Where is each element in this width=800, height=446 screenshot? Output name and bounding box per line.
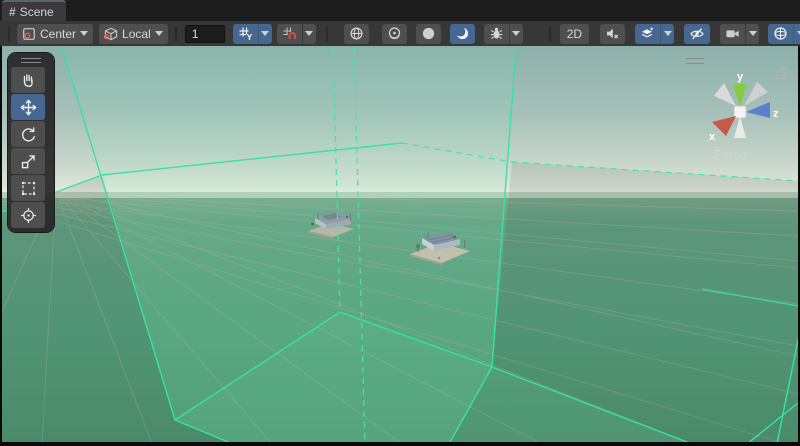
orientation-mode-button[interactable]: Local xyxy=(99,24,168,44)
scene-canvas[interactable] xyxy=(2,46,798,442)
axis-y-label: y xyxy=(737,71,744,83)
visibility-toggle-button[interactable] xyxy=(684,24,710,44)
rotate-icon xyxy=(20,126,37,143)
axis-neg-cone[interactable] xyxy=(714,83,736,106)
hand-icon xyxy=(20,72,37,89)
snap-increment-field[interactable] xyxy=(185,25,225,43)
toolbar-separator xyxy=(326,26,328,41)
projection-label: Persp xyxy=(713,147,747,162)
pivot-mode-label: Center xyxy=(40,27,76,41)
bug-icon xyxy=(489,26,504,41)
snap-settings-button[interactable] xyxy=(277,24,302,44)
snap-settings-dropdown[interactable] xyxy=(302,24,316,44)
filled-circle-icon xyxy=(421,26,436,41)
svg-text:Y: Y xyxy=(246,32,252,41)
debug-mode-dropdown[interactable] xyxy=(509,24,523,44)
draw-mode-button[interactable] xyxy=(344,24,369,44)
grid-y-icon: Y xyxy=(238,26,253,41)
gizmo-sphere-icon xyxy=(773,26,788,41)
transform-icon xyxy=(20,207,37,224)
transform-tool-button[interactable] xyxy=(11,202,45,228)
tools-overlay-drag-handle-icon[interactable] xyxy=(21,58,41,63)
tab-scene[interactable]: # Scene xyxy=(2,0,66,21)
toolbar-separator xyxy=(549,26,551,41)
camera-settings-dropdown[interactable] xyxy=(745,24,759,44)
unity-scene-window: # Scene Center Local xyxy=(0,0,800,446)
scene-lighting-button[interactable] xyxy=(450,24,475,44)
toolbar-drag-handle-icon[interactable] xyxy=(8,26,10,41)
effects-toggle-button[interactable] xyxy=(635,24,660,44)
wire-sphere-icon xyxy=(349,26,364,41)
move-icon xyxy=(20,99,37,116)
projection-toggle[interactable]: < Persp xyxy=(702,146,747,162)
gizmo-drag-handle-icon[interactable] xyxy=(686,58,704,64)
camera-settings-button[interactable] xyxy=(720,24,745,44)
view-tool-button[interactable] xyxy=(11,67,45,93)
cube-icon xyxy=(104,27,118,41)
2d-toggle-label: 2D xyxy=(565,27,584,41)
lighting-toggle-button[interactable] xyxy=(382,24,407,44)
toolbar-separator xyxy=(175,26,177,41)
grid-visibility-button[interactable]: Y xyxy=(233,24,258,44)
lit-sphere-icon xyxy=(387,26,402,41)
audio-toggle-button[interactable] xyxy=(600,24,625,44)
grid-visibility-dropdown[interactable] xyxy=(258,24,272,44)
gizmos-dropdown[interactable] xyxy=(793,24,800,44)
gizmos-toggle-button[interactable] xyxy=(768,24,793,44)
scale-icon xyxy=(20,153,37,170)
camera-icon xyxy=(725,26,740,41)
scale-tool-button[interactable] xyxy=(11,148,45,174)
scene-tab-grid-icon: # xyxy=(9,5,15,19)
axis-x-cone[interactable] xyxy=(712,116,736,136)
axis-neg-cone[interactable] xyxy=(734,116,746,138)
rotate-tool-button[interactable] xyxy=(11,121,45,147)
orientation-mode-label: Local xyxy=(122,27,151,41)
pivot-mode-button[interactable]: Center xyxy=(17,24,93,44)
scene-toolbar: Center Local Y xyxy=(0,21,800,46)
axis-neg-cone[interactable] xyxy=(744,82,768,106)
scene-tab-label: Scene xyxy=(20,5,54,19)
scene-gizmo-overlay: y x z < Persp xyxy=(680,54,792,184)
eye-slash-icon xyxy=(689,26,705,41)
tools-overlay xyxy=(8,53,54,232)
orientation-axes[interactable]: y x z xyxy=(702,70,778,146)
debug-mode-button[interactable] xyxy=(484,24,509,44)
grid-magnet-icon xyxy=(282,26,297,41)
axis-z-cone[interactable] xyxy=(746,102,770,118)
shaded-mode-button[interactable] xyxy=(416,24,441,44)
move-tool-button[interactable] xyxy=(11,94,45,120)
chevron-down-icon xyxy=(80,31,88,36)
pivot-icon xyxy=(22,27,36,41)
moon-icon xyxy=(455,26,470,41)
fx-layers-icon xyxy=(640,26,655,41)
2d-toggle-button[interactable]: 2D xyxy=(560,24,589,44)
axis-x-label: x xyxy=(709,131,716,143)
speaker-muted-icon xyxy=(605,26,620,41)
rect-tool-button[interactable] xyxy=(11,175,45,201)
rect-icon xyxy=(20,180,37,197)
scene-viewport[interactable]: y x z < Persp xyxy=(2,46,798,442)
axis-z-label: z xyxy=(773,108,778,120)
tab-strip: # Scene xyxy=(0,0,800,21)
chevron-left-icon: < xyxy=(702,144,710,163)
effects-dropdown[interactable] xyxy=(660,24,674,44)
chevron-down-icon xyxy=(155,31,163,36)
